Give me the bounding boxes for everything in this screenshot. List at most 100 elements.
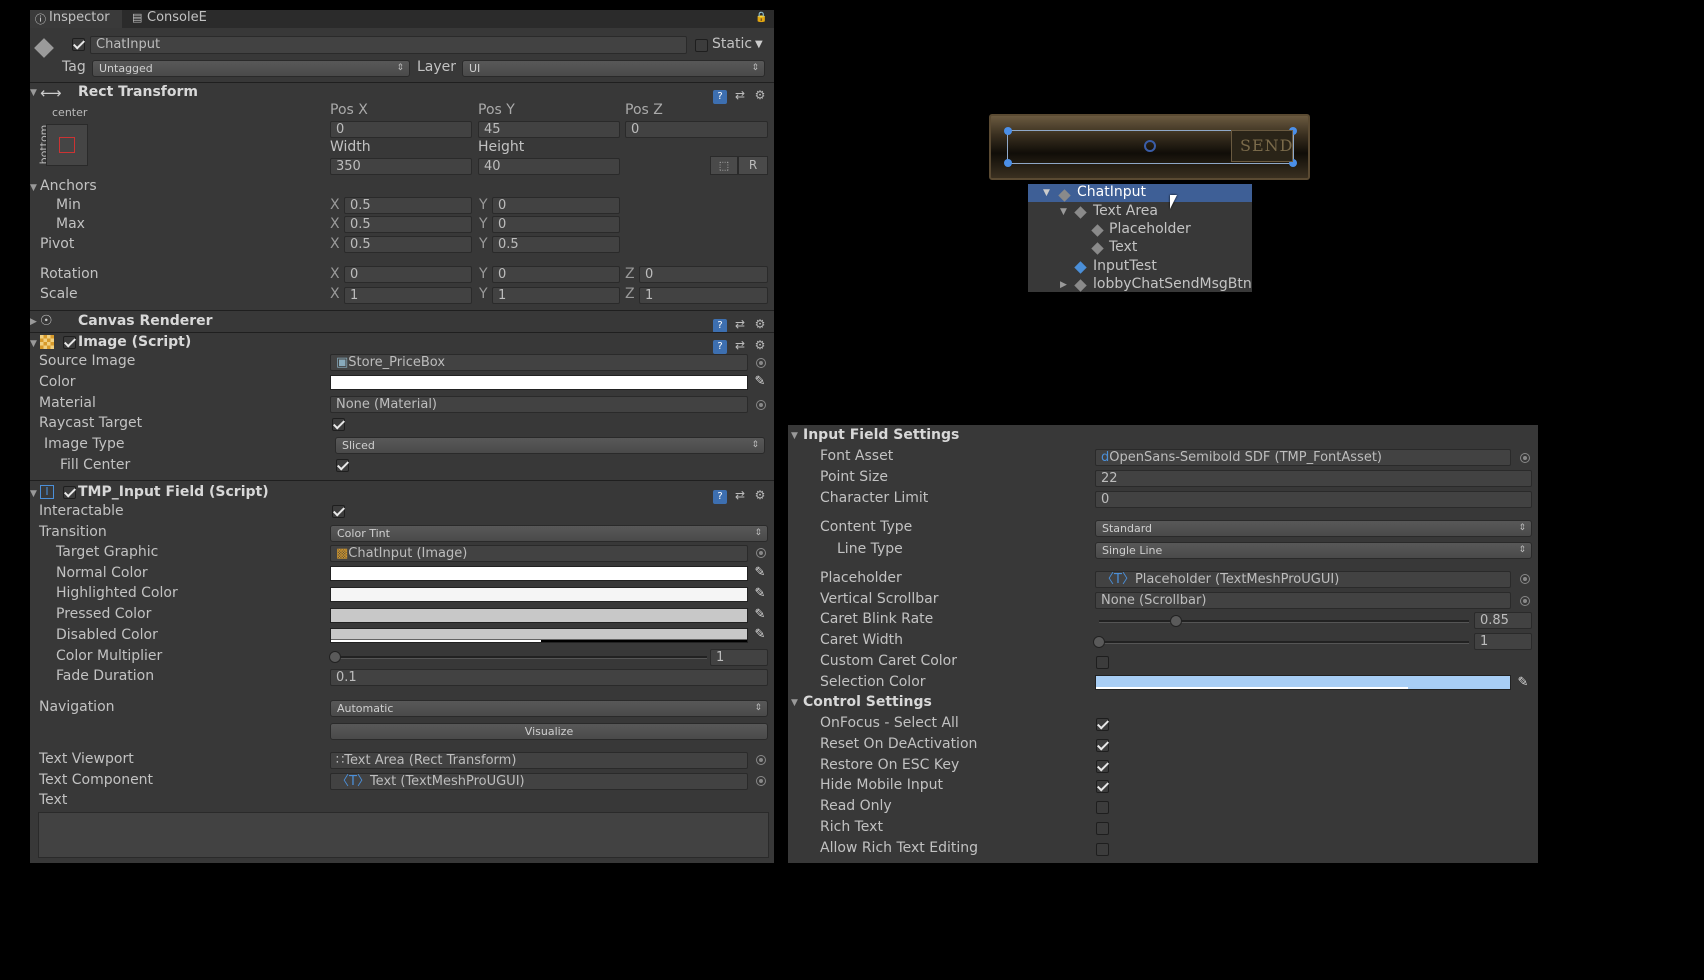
object-picker-icon[interactable]	[756, 400, 766, 410]
reset-checkbox[interactable]	[1096, 739, 1109, 752]
raw-edit-button[interactable]: R	[738, 156, 768, 175]
anchor-preset-button[interactable]	[46, 124, 88, 166]
object-name-field[interactable]: ChatInput	[90, 36, 687, 54]
source-image-field[interactable]: ▣Store_PriceBox	[330, 354, 748, 371]
color-multiplier-slider-knob[interactable]	[329, 651, 341, 663]
caret-blink-slider-knob[interactable]	[1170, 615, 1182, 627]
hierarchy-item-chatinput[interactable]: ▼ ChatInput	[1028, 184, 1252, 202]
expand-arrow-icon[interactable]: ▶	[30, 317, 37, 327]
anchor-handle[interactable]	[1004, 127, 1012, 135]
disabled-color-swatch[interactable]	[330, 628, 748, 643]
tmp-input-enabled-checkbox[interactable]	[63, 486, 76, 499]
font-asset-field[interactable]: 𝖽OpenSans-Semibold SDF (TMP_FontAsset)	[1095, 449, 1511, 466]
hierarchy-item-send-btn[interactable]: ▶ lobbyChatSendMsgBtn	[1028, 276, 1252, 292]
hierarchy-item-text[interactable]: Text	[1028, 239, 1252, 257]
eyedropper-icon[interactable]: ✎	[1516, 676, 1530, 690]
caret-width-slider[interactable]	[1099, 641, 1469, 644]
hierarchy-item-inputtest[interactable]: InputTest	[1028, 258, 1252, 276]
anchors-arrow-icon[interactable]: ▼	[30, 183, 37, 193]
static-dropdown-icon[interactable]: ▼	[755, 39, 763, 50]
layer-dropdown[interactable]: UI ⇕	[462, 60, 765, 77]
point-size-field[interactable]: 22	[1095, 470, 1532, 487]
scene-input-preview[interactable]: SEND	[989, 114, 1310, 180]
vertical-scrollbar-field[interactable]: None (Scrollbar)	[1095, 592, 1511, 609]
caret-width-field[interactable]: 1	[1474, 633, 1532, 650]
preset-icon[interactable]: ⇄	[733, 317, 747, 331]
text-component-field[interactable]: 〈T〉Text (TextMeshProUGUI)	[330, 773, 748, 790]
active-checkbox[interactable]	[72, 38, 85, 51]
pivot-circle[interactable]	[1144, 140, 1156, 152]
line-type-dropdown[interactable]: Single Line ⇕	[1095, 542, 1532, 559]
object-picker-icon[interactable]	[756, 776, 766, 786]
gear-icon[interactable]: ⚙	[753, 88, 767, 102]
object-picker-icon[interactable]	[1520, 453, 1530, 463]
collapse-arrow-icon[interactable]: ▼	[791, 698, 798, 708]
interactable-checkbox[interactable]	[332, 505, 345, 518]
eyedropper-icon[interactable]: ✎	[753, 628, 767, 642]
pivot-x-field[interactable]: 0.5	[344, 236, 472, 253]
content-type-dropdown[interactable]: Standard ⇕	[1095, 520, 1532, 537]
rich-text-checkbox[interactable]	[1096, 822, 1109, 835]
max-x-field[interactable]: 0.5	[344, 216, 472, 233]
eyedropper-icon[interactable]: ✎	[753, 608, 767, 622]
help-book-icon[interactable]: ?	[713, 490, 727, 504]
expand-arrow-icon[interactable]: ▶	[1060, 280, 1067, 290]
fade-duration-field[interactable]: 0.1	[330, 669, 768, 686]
posy-field[interactable]: 45	[478, 121, 620, 138]
help-book-icon[interactable]: ?	[713, 319, 727, 333]
gear-icon[interactable]: ⚙	[753, 488, 767, 502]
width-field[interactable]: 350	[330, 158, 472, 175]
text-area-field[interactable]	[38, 812, 769, 858]
help-book-icon[interactable]: ?	[713, 90, 727, 104]
scale-z-field[interactable]: 1	[639, 287, 768, 304]
caret-blink-slider[interactable]	[1099, 620, 1469, 623]
static-checkbox[interactable]	[695, 39, 708, 52]
hide-mobile-checkbox[interactable]	[1096, 780, 1109, 793]
gear-icon[interactable]: ⚙	[753, 317, 767, 331]
restore-checkbox[interactable]	[1096, 760, 1109, 773]
eyedropper-icon[interactable]: ✎	[753, 375, 767, 389]
highlighted-color-swatch[interactable]	[330, 587, 748, 602]
tab-console[interactable]: ▤ ConsoleE	[127, 10, 227, 28]
color-multiplier-slider[interactable]	[332, 656, 707, 659]
object-picker-icon[interactable]	[1520, 574, 1530, 584]
posz-field[interactable]: 0	[625, 121, 768, 138]
collapse-arrow-icon[interactable]: ▼	[791, 431, 798, 441]
gear-icon[interactable]: ⚙	[753, 338, 767, 352]
onfocus-checkbox[interactable]	[1096, 718, 1109, 731]
blueprint-mode-button[interactable]: ⬚	[710, 156, 738, 175]
hierarchy-item-text-area[interactable]: ▼ Text Area	[1028, 203, 1252, 221]
expand-arrow-icon[interactable]: ▼	[1043, 188, 1050, 198]
caret-blink-field[interactable]: 0.85	[1474, 612, 1532, 629]
image-type-dropdown[interactable]: Sliced ⇕	[335, 437, 765, 454]
rot-y-field[interactable]: 0	[492, 266, 620, 283]
help-book-icon[interactable]: ?	[713, 340, 727, 354]
rot-z-field[interactable]: 0	[639, 266, 768, 283]
min-y-field[interactable]: 0	[492, 197, 620, 214]
scale-x-field[interactable]: 1	[344, 287, 472, 304]
color-multiplier-field[interactable]: 1	[710, 649, 768, 666]
max-y-field[interactable]: 0	[492, 216, 620, 233]
object-picker-icon[interactable]	[756, 755, 766, 765]
anchor-handle[interactable]	[1004, 159, 1012, 167]
lock-icon[interactable]: 🔒	[755, 12, 767, 23]
normal-color-swatch[interactable]	[330, 566, 748, 581]
caret-width-slider-knob[interactable]	[1093, 636, 1105, 648]
object-picker-icon[interactable]	[756, 548, 766, 558]
object-picker-icon[interactable]	[756, 358, 766, 368]
collapse-arrow-icon[interactable]: ▼	[30, 489, 37, 499]
pressed-color-swatch[interactable]	[330, 608, 748, 623]
preset-icon[interactable]: ⇄	[733, 338, 747, 352]
fill-center-checkbox[interactable]	[336, 459, 349, 472]
min-x-field[interactable]: 0.5	[344, 197, 472, 214]
image-enabled-checkbox[interactable]	[63, 336, 76, 349]
transition-dropdown[interactable]: Color Tint ⇕	[330, 525, 768, 542]
char-limit-field[interactable]: 0	[1095, 491, 1532, 508]
custom-caret-checkbox[interactable]	[1096, 656, 1109, 669]
text-viewport-field[interactable]: ∷Text Area (Rect Transform)	[330, 752, 748, 769]
height-field[interactable]: 40	[478, 158, 620, 175]
target-graphic-field[interactable]: ▩ChatInput (Image)	[330, 545, 748, 562]
pivot-y-field[interactable]: 0.5	[492, 236, 620, 253]
preset-icon[interactable]: ⇄	[733, 488, 747, 502]
navigation-dropdown[interactable]: Automatic ⇕	[330, 700, 768, 717]
